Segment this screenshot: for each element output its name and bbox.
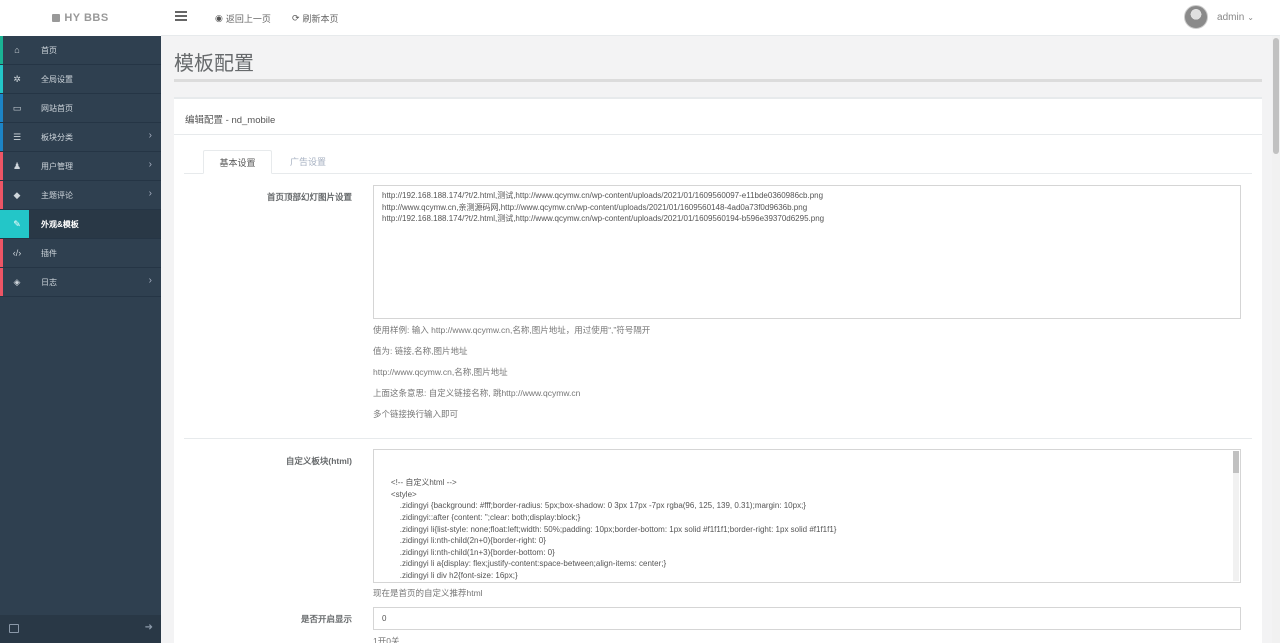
sidebar-item-label: 用户管理	[41, 162, 73, 171]
brand-name: HY BBS	[64, 12, 109, 24]
enable-display-help: 1开0关	[373, 636, 400, 643]
brush-icon: ✎	[13, 219, 21, 229]
arrow-circle-left-icon: ◉	[215, 13, 223, 23]
textarea-scrollbar[interactable]	[1233, 451, 1239, 581]
chevron-right-icon: ›	[148, 130, 152, 141]
custom-block-help: 现在是首页的自定义推荐html	[373, 588, 483, 598]
sidebar-item[interactable]: ♟ 用户管理 ›	[0, 152, 161, 181]
main-content: 模板配置 编辑配置 - nd_mobile 基本设置 广告设置 首页顶部幻灯图片…	[161, 36, 1272, 643]
panel-heading-text: 编辑配置 - nd_mobile	[185, 115, 276, 126]
custom-block-code: <!-- 自定义html --> <style> .zidingyi {back…	[390, 478, 837, 580]
sidebar-item-label: 网站首页	[41, 104, 73, 113]
sidebar-item[interactable]: ◆ 主题评论 ›	[0, 181, 161, 210]
config-panel: 编辑配置 - nd_mobile 基本设置 广告设置 首页顶部幻灯图片设置 ht…	[174, 97, 1262, 643]
users-icon: ♟	[12, 161, 22, 171]
tab-bar: 基本设置 广告设置	[184, 150, 1252, 174]
sidebar-item-accent	[0, 123, 3, 151]
tab-basic-settings[interactable]: 基本设置	[203, 150, 272, 174]
sidebar-item-label: 全局设置	[41, 75, 73, 84]
title-divider	[174, 79, 1262, 82]
sidebar-item-accent	[0, 239, 3, 267]
enable-display-label: 是否开启显示	[300, 614, 352, 624]
menu-toggle-icon[interactable]	[175, 11, 187, 22]
slides-help-4: 上面这条意思: 自定义链接名称, 跳http://www.qcymw.cn	[373, 388, 581, 398]
slides-textarea[interactable]: http://192.168.188.174/?t/2.html,测试,http…	[373, 185, 1241, 319]
sidebar-footer: ➜	[0, 615, 161, 643]
list-icon: ☰	[12, 132, 22, 142]
monitor-icon: ▭	[12, 103, 22, 113]
sidebar-item-accent	[0, 268, 3, 296]
logout-icon[interactable]: ➜	[145, 622, 153, 633]
home-icon: ⌂	[14, 45, 20, 55]
slides-help-5: 多个链接换行输入即可	[373, 409, 459, 419]
slides-help-1: 使用样例: 输入 http://www.qcymw.cn,名称,图片地址，用过使…	[373, 325, 651, 335]
gear-icon: ✲	[13, 74, 21, 84]
page-title: 模板配置	[174, 53, 254, 75]
refresh-label: 刷新本页	[302, 14, 339, 24]
sidebar-item-label: 外观&模板	[41, 220, 79, 229]
sidebar-item-label: 插件	[41, 249, 57, 258]
slides-help-3: http://www.qcymw.cn,名称,图片地址	[373, 367, 508, 377]
user-name: admin	[1217, 11, 1245, 23]
page-scrollbar[interactable]	[1272, 36, 1280, 643]
code-icon: ‹/›	[12, 248, 22, 258]
tab-ad-settings[interactable]: 广告设置	[280, 150, 336, 174]
user-menu[interactable]: admin ⌄	[1184, 5, 1254, 29]
sidebar-item[interactable]: ☰ 板块分类 ›	[0, 123, 161, 152]
custom-block-textarea[interactable]: <!-- 自定义html --> <style> .zidingyi {back…	[373, 449, 1241, 583]
cube-icon: ◈	[13, 277, 21, 287]
refresh-icon: ⟳	[292, 13, 300, 23]
chevron-down-icon: ⌄	[1247, 12, 1254, 22]
sidebar-item-accent	[0, 152, 3, 180]
sidebar-menu: ⌂ 首页 ✲ 全局设置 ▭ 网站首页 ☰ 板块分类 › ♟ 用户管理 › ◆ 主题评论 › ✎ 外观&模板 ‹/›…	[0, 36, 161, 297]
sidebar-item[interactable]: ✲ 全局设置	[0, 65, 161, 94]
back-label: 返回上一页	[225, 14, 271, 24]
sidebar-item-accent	[0, 181, 3, 209]
chevron-right-icon: ›	[148, 159, 152, 170]
sidebar-item[interactable]: ◈ 日志 ›	[0, 268, 161, 297]
panel-heading: 编辑配置 - nd_mobile	[174, 99, 1262, 135]
sidebar-item-accent	[0, 94, 3, 122]
sidebar-item-label: 日志	[41, 278, 57, 287]
sidebar-item-label: 首页	[41, 46, 57, 55]
logo-icon	[52, 14, 61, 22]
sidebar-item-accent	[0, 65, 3, 93]
brand-logo[interactable]: HY BBS	[0, 0, 161, 36]
sidebar-item[interactable]: ⌂ 首页	[0, 36, 161, 65]
sidebar-item-label: 板块分类	[41, 133, 73, 142]
enable-display-input[interactable]: 0	[373, 607, 1241, 630]
sidebar-item-accent	[0, 36, 3, 64]
window-icon[interactable]	[9, 624, 19, 633]
slides-help-2: 值为: 链接,名称,图片地址	[373, 346, 468, 356]
custom-block-label: 自定义板块(html)	[285, 456, 352, 466]
back-link[interactable]: ◉ 返回上一页	[215, 12, 271, 25]
top-bar: HY BBS ◉ 返回上一页 ⟳ 刷新本页 admin ⌄	[0, 0, 1280, 36]
sidebar: ⌂ 首页 ✲ 全局设置 ▭ 网站首页 ☰ 板块分类 › ♟ 用户管理 › ◆ 主题评论 › ✎ 外观&模板 ‹/›…	[0, 36, 161, 643]
sidebar-item[interactable]: ‹/› 插件	[0, 239, 161, 268]
row-divider	[184, 438, 1252, 439]
avatar	[1184, 5, 1209, 29]
sidebar-item[interactable]: ▭ 网站首页	[0, 94, 161, 123]
chevron-right-icon: ›	[148, 188, 152, 199]
sidebar-item[interactable]: ✎ 外观&模板	[0, 210, 161, 239]
slides-label: 首页顶部幻灯图片设置	[266, 192, 352, 202]
chevron-right-icon: ›	[148, 275, 152, 286]
sidebar-item-label: 主题评论	[41, 191, 73, 200]
tags-icon: ◆	[13, 190, 21, 200]
refresh-link[interactable]: ⟳ 刷新本页	[292, 12, 339, 25]
